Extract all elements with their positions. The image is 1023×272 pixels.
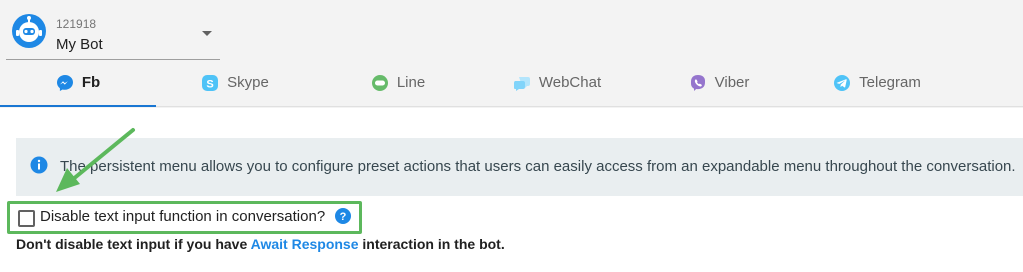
svg-text:?: ? — [340, 211, 347, 223]
disable-text-input-label: Disable text input function in conversat… — [40, 208, 326, 225]
tab-label: Skype — [227, 74, 269, 91]
messenger-icon — [56, 74, 73, 91]
info-text: The persistent menu allows you to config… — [60, 158, 1016, 175]
bot-avatar-icon — [12, 14, 46, 48]
webchat-icon — [513, 76, 530, 91]
warning-prefix: Don't disable text input if you have — [16, 236, 251, 252]
tab-viber[interactable]: Viber — [680, 59, 758, 106]
tab-label: Telegram — [859, 74, 921, 91]
disable-text-input-checkbox[interactable] — [18, 210, 35, 227]
bot-name: My Bot — [56, 36, 103, 53]
svg-text:S: S — [206, 78, 213, 90]
tab-label: Viber — [714, 74, 750, 91]
skype-icon: S — [202, 74, 219, 91]
info-banner: The persistent menu allows you to config… — [16, 138, 1023, 196]
line-icon — [371, 74, 388, 91]
top-bar: 121918 My Bot Fb S Skype Line WebChat Vi… — [0, 0, 1023, 108]
tab-label: Fb — [81, 74, 101, 91]
await-response-warning: Don't disable text input if you have Awa… — [16, 236, 505, 252]
await-response-link[interactable]: Await Response — [251, 236, 359, 252]
bot-selector[interactable]: 121918 My Bot — [6, 6, 220, 60]
warning-suffix: interaction in the bot. — [358, 236, 505, 252]
help-icon[interactable]: ? — [335, 208, 351, 224]
bot-id: 121918 — [56, 17, 97, 31]
viber-icon — [690, 74, 705, 91]
chevron-down-icon — [202, 31, 212, 36]
telegram-icon — [834, 74, 851, 91]
tab-fb[interactable]: Fb — [0, 59, 156, 107]
tab-line[interactable]: Line — [363, 59, 433, 106]
tab-label: WebChat — [538, 74, 602, 91]
tab-skype[interactable]: S Skype — [195, 59, 275, 106]
tab-telegram[interactable]: Telegram — [832, 59, 922, 106]
channel-tabs: Fb S Skype Line WebChat Viber Telegram — [0, 59, 1023, 107]
tab-label: Line — [396, 74, 426, 91]
tab-webchat[interactable]: WebChat — [508, 59, 606, 106]
info-icon — [30, 156, 48, 174]
